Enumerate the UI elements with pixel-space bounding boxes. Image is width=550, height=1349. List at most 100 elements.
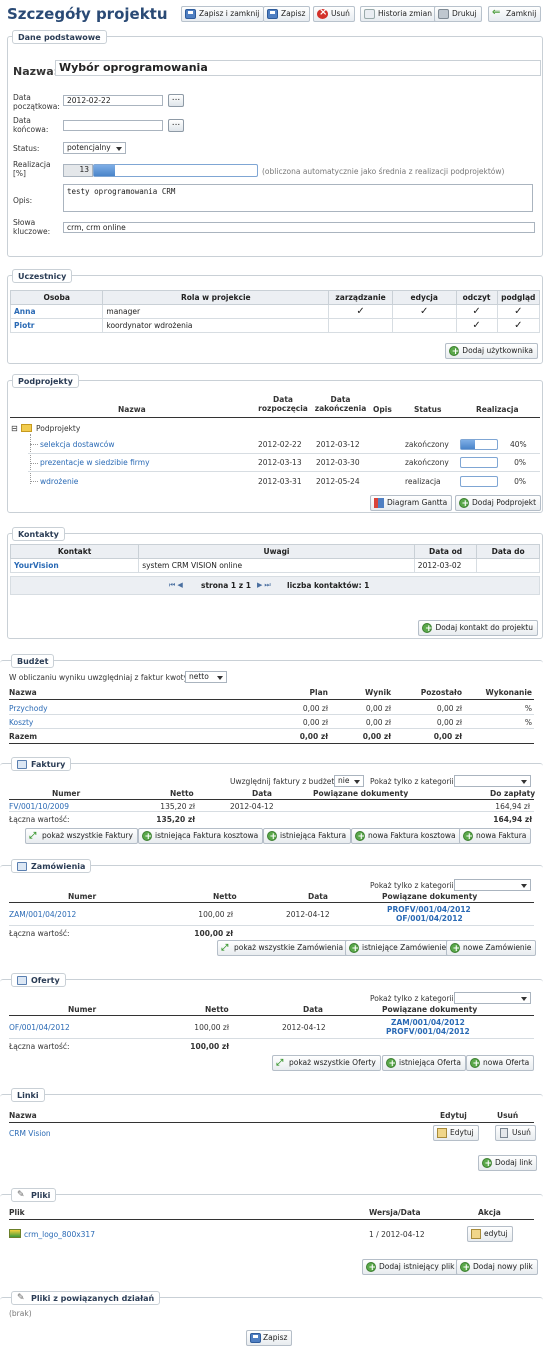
check-read[interactable]: ✓: [455, 318, 498, 333]
new-cost-invoice-button[interactable]: nowa Faktura kosztowa: [351, 828, 461, 844]
offers-category-select[interactable]: [454, 992, 531, 1004]
contact-link[interactable]: YourVision: [14, 561, 59, 570]
subprojects-section: Podprojekty Nazwa Data rozpoczęcia Data za…: [7, 374, 543, 513]
start-date-input[interactable]: 2012-02-22: [63, 95, 163, 106]
keywords-input[interactable]: crm, crm online: [63, 222, 535, 233]
related-doc-link[interactable]: PROFV/001/04/2012: [387, 905, 471, 914]
end-date-input[interactable]: [63, 120, 163, 131]
next-page-icon[interactable]: ▶: [257, 581, 262, 590]
prev-page-icon[interactable]: ◀: [177, 581, 182, 590]
invoice-net: 135,20 zł: [160, 802, 195, 811]
invoices-total-label: Łączna wartość:: [9, 815, 70, 824]
status-select[interactable]: potencjalny: [63, 142, 126, 154]
check-edit[interactable]: [391, 318, 457, 333]
related-doc-link[interactable]: ZAM/001/04/2012: [391, 1018, 465, 1027]
budget-total-label: Razem: [9, 732, 38, 741]
subproject-progress-fill: [461, 440, 476, 449]
participant-role: koordynator wdrożenia: [102, 318, 330, 333]
subproject-start: 2012-03-13: [258, 458, 302, 467]
check-preview[interactable]: ✓: [496, 318, 541, 333]
show-all-orders-button[interactable]: ⤢ pokaż wszystkie Zamówienia: [217, 940, 349, 956]
gantt-chart-button[interactable]: Diagram Gantta: [370, 495, 453, 511]
check-preview[interactable]: ✓: [496, 304, 541, 319]
col-notes: Uwagi: [138, 544, 415, 559]
show-all-offers-button[interactable]: ⤢ pokaż wszystkie Oferty: [272, 1055, 381, 1071]
plus-icon: [470, 1057, 480, 1071]
invoice-link[interactable]: FV/001/10/2009: [9, 802, 69, 811]
new-invoice-button[interactable]: nowa Faktura: [459, 828, 532, 844]
col-start: Data rozpoczęcia: [258, 395, 308, 413]
add-user-button[interactable]: Dodaj użytkownika: [445, 343, 538, 359]
add-link-button[interactable]: Dodaj link: [478, 1155, 538, 1171]
budget-income-link[interactable]: Przychody: [9, 704, 48, 713]
add-subproject-button[interactable]: Dodaj Podprojekt: [455, 495, 542, 511]
save-button[interactable]: Zapisz: [263, 6, 311, 22]
existing-invoice-button[interactable]: istniejąca Faktura: [263, 828, 352, 844]
check-manage[interactable]: ✓: [328, 304, 393, 319]
edit-link-button[interactable]: Edytuj: [433, 1125, 479, 1141]
participants-table: Osoba Rola w projekcie zarządzanie edycj…: [9, 290, 541, 333]
edit-file-button[interactable]: edytuj: [467, 1226, 513, 1242]
subproject-link[interactable]: wdrożenie: [40, 477, 78, 486]
plus-icon: [355, 830, 365, 844]
document-icon: [17, 975, 27, 985]
description-textarea[interactable]: testy oprogramowania CRM: [63, 184, 533, 212]
budget-filter-select[interactable]: netto: [185, 671, 227, 683]
footer-save-button[interactable]: Zapisz: [246, 1330, 293, 1346]
col-status: Status: [414, 405, 442, 414]
add-contact-button[interactable]: Dodaj kontakt do projektu: [418, 620, 538, 636]
col-desc: Opis: [373, 405, 392, 414]
col-related-docs: Powiązane dokumenty: [313, 789, 409, 798]
add-new-file-button[interactable]: Dodaj nowy plik: [456, 1259, 538, 1275]
last-page-icon[interactable]: ⏭: [264, 581, 270, 590]
existing-cost-invoice-button[interactable]: istniejąca Faktura kosztowa: [138, 828, 264, 844]
invoices-category-select[interactable]: [454, 775, 531, 787]
orders-category-select[interactable]: [454, 879, 531, 891]
order-link[interactable]: ZAM/001/04/2012: [9, 910, 76, 919]
print-button[interactable]: Drukuj: [434, 6, 482, 22]
close-button[interactable]: ⇐ Zamknij: [488, 6, 542, 22]
participant-link[interactable]: Anna: [14, 307, 36, 316]
budget-total-plan: 0,00 zł: [299, 732, 328, 741]
plus-icon: [422, 622, 432, 636]
check-manage[interactable]: [328, 318, 393, 333]
add-existing-file-button[interactable]: Dodaj istniejący plik: [362, 1259, 460, 1275]
link-item[interactable]: CRM Vision: [9, 1129, 51, 1138]
invoices-budget-select[interactable]: nie: [334, 775, 364, 787]
existing-offer-button[interactable]: istniejąca Oferta: [382, 1055, 466, 1071]
budget-costs-link[interactable]: Koszty: [9, 718, 33, 727]
basic-data-section: Dane podstawowe Nazwa: Wybór oprogramowa…: [7, 30, 543, 257]
delete-link-button[interactable]: Usuń: [495, 1125, 536, 1141]
existing-order-button[interactable]: istniejące Zamówienie: [345, 940, 452, 956]
table-row: Piotr koordynator wdrożenia ✓ ✓: [9, 318, 541, 333]
new-offer-button[interactable]: nowa Oferta: [466, 1055, 535, 1071]
project-name-input[interactable]: Wybór oprogramowania: [55, 60, 541, 76]
col-date: Data: [252, 789, 272, 798]
file-link[interactable]: crm_logo_800x317: [24, 1230, 95, 1239]
show-all-invoices-button[interactable]: ⤢ pokaż wszystkie Faktury: [25, 828, 138, 844]
participant-link[interactable]: Piotr: [14, 321, 35, 330]
contacts-section: Kontakty Kontakt Uwagi Data od Data do Y…: [7, 527, 543, 639]
budget-execution: %: [524, 718, 532, 727]
col-role: Rola w projekcie: [102, 290, 330, 305]
start-date-picker-button[interactable]: ...: [168, 94, 184, 107]
gantt-icon: [374, 498, 384, 508]
col-due: Do zapłaty: [490, 789, 536, 798]
first-page-icon[interactable]: ⏮: [169, 581, 175, 590]
delete-button[interactable]: Usuń: [313, 6, 355, 22]
subproject-link[interactable]: selekcja dostawców: [40, 440, 115, 449]
check-read[interactable]: ✓: [455, 304, 498, 319]
col-preview: podgląd: [496, 290, 541, 305]
new-order-button[interactable]: nowe Zamówienie: [446, 940, 537, 956]
check-edit[interactable]: ✓: [391, 304, 457, 319]
history-button[interactable]: Historia zmian: [360, 6, 437, 22]
related-doc-link[interactable]: PROFV/001/04/2012: [386, 1027, 470, 1036]
subproject-link[interactable]: prezentacje w siedzibie firmy: [40, 458, 150, 467]
related-doc-link[interactable]: OF/001/04/2012: [396, 914, 463, 923]
offer-link[interactable]: OF/001/04/2012: [9, 1023, 70, 1032]
budget-execution: %: [524, 704, 532, 713]
save-close-button[interactable]: Zapisz i zamknij: [181, 6, 265, 22]
delete-icon: [317, 6, 328, 20]
tree-collapse-toggle[interactable]: ⊟: [11, 424, 18, 433]
end-date-picker-button[interactable]: ...: [168, 119, 184, 132]
